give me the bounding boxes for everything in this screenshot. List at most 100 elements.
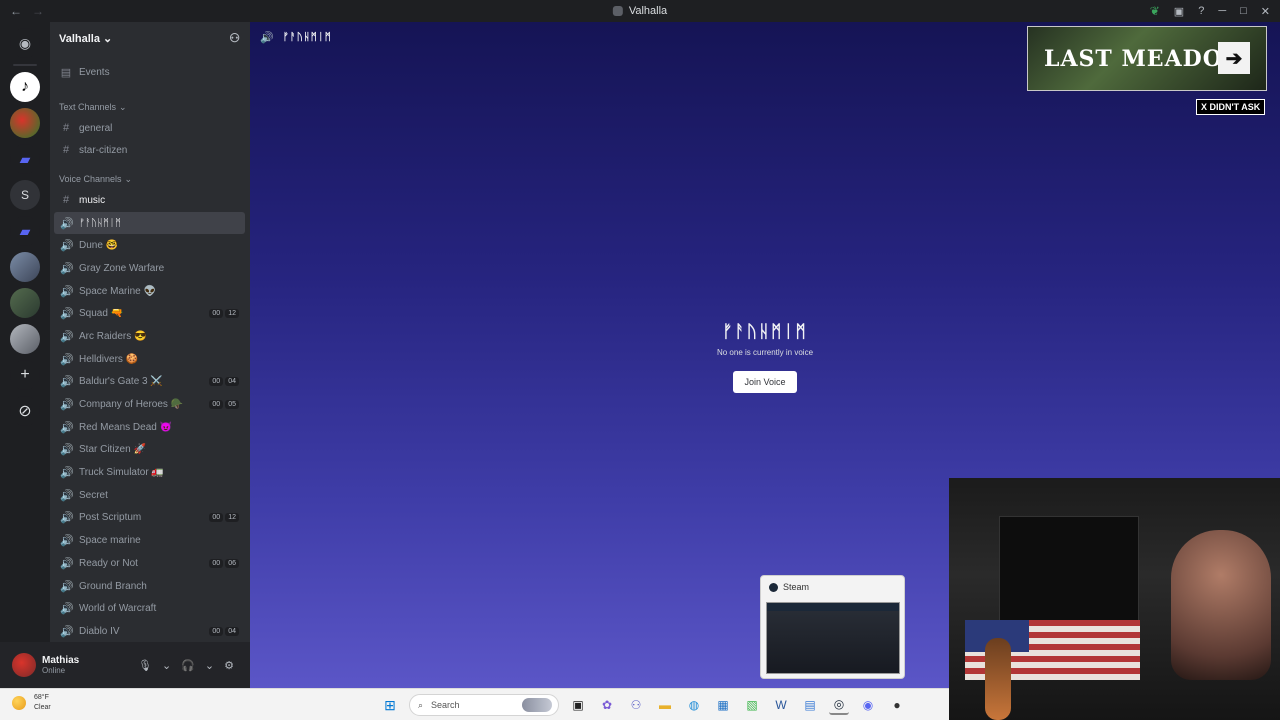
chevron-down-icon[interactable]: ⌄	[205, 659, 214, 672]
parrot-server-icon[interactable]	[10, 108, 40, 138]
voice-channel-item[interactable]: 🔊 Gray Zone Warfare	[54, 257, 245, 280]
channel-label: Red Means Dead 😈	[79, 421, 173, 433]
windows-start-icon[interactable]: ⊞	[380, 695, 400, 715]
voice-channel-item[interactable]: # music	[54, 189, 245, 212]
channel-label: Helldivers 🍪	[79, 353, 139, 365]
guild-header[interactable]: Valhalla ⌄ ⚇	[50, 22, 250, 54]
speaker-icon: 🔊	[60, 262, 74, 275]
channel-star-citizen[interactable]: # star-citizen	[54, 139, 245, 161]
server-s[interactable]: S	[10, 180, 40, 210]
copilot-icon[interactable]: ✿	[597, 695, 617, 715]
app-green-icon[interactable]: ▧	[742, 695, 762, 715]
user-limit-badge: 00 05	[209, 400, 239, 410]
game-server-icon[interactable]	[10, 288, 40, 318]
folder-icon[interactable]: ▰	[10, 216, 40, 246]
file-explorer-icon[interactable]: ▬	[655, 695, 675, 715]
channel-label: Space Marine 👽	[79, 285, 156, 297]
speaker-icon: 🔊	[60, 557, 74, 570]
chevron-down-icon: ⌄	[124, 173, 133, 184]
voice-channel-title: ᚠᚨᚢᚺᛗᛁᛗ	[722, 322, 808, 341]
maximize-icon[interactable]: □	[1240, 5, 1247, 17]
voice-channel-item[interactable]: 🔊 Squad 🔫 00 12	[54, 302, 245, 325]
taskbar-search[interactable]: ⌕ Search	[409, 694, 559, 716]
speaker-icon: 🔊	[60, 467, 74, 480]
minimize-icon[interactable]: ─	[1218, 5, 1226, 17]
voice-channel-item[interactable]: 🔊 World of Warcraft	[54, 597, 245, 620]
word-icon[interactable]: W	[771, 695, 791, 715]
gear-icon[interactable]: ⚙	[224, 659, 234, 672]
hashtag-icon: #	[62, 194, 70, 207]
voice-channel-item[interactable]: 🔊 Ready or Not 00 06	[54, 552, 245, 575]
voice-channel-item[interactable]: 🔊 Helldivers 🍪	[54, 348, 245, 371]
voice-channel-item[interactable]: 🔊 Ground Branch	[54, 575, 245, 598]
task-view-icon[interactable]: ▣	[568, 695, 588, 715]
voice-channel-item[interactable]: 🔊 Arc Raiders 😎	[54, 325, 245, 348]
music-server-icon[interactable]: ♪	[10, 72, 40, 102]
voice-channel-item[interactable]: 🔊 Red Means Dead 😈	[54, 416, 245, 439]
user-info[interactable]: Mathias Online	[42, 655, 79, 675]
voice-channel-item[interactable]: 🔊 Space marine	[54, 529, 245, 552]
invite-people-icon[interactable]: ⚇	[229, 31, 240, 45]
add-server-icon[interactable]: +	[10, 360, 40, 390]
close-icon[interactable]: ✕	[1261, 5, 1270, 18]
microphone-icon[interactable]: 🎙	[138, 659, 152, 672]
inbox-icon[interactable]: ▣	[1174, 5, 1184, 18]
join-voice-button[interactable]: Join Voice	[733, 371, 797, 393]
voice-channel-item[interactable]: 🔊 ᚠᚨᚢᚺᛗᛁᛗ	[54, 211, 245, 235]
chevron-down-icon[interactable]: ⌄	[162, 659, 171, 672]
voice-channel-item[interactable]: 🔊 Secret	[54, 484, 245, 507]
folder-icon[interactable]: ▰	[10, 144, 40, 174]
user-count: 00	[209, 377, 224, 387]
forward-arrow-icon[interactable]: →	[32, 4, 44, 18]
obs-icon[interactable]: ●	[887, 695, 907, 715]
discord-taskbar-icon[interactable]: ◉	[858, 695, 878, 715]
notepad-icon[interactable]: ▤	[800, 695, 820, 715]
speaker-icon: 🔊	[60, 240, 74, 253]
store-icon[interactable]: ▦	[713, 695, 733, 715]
steam-taskbar-preview[interactable]: Steam	[760, 575, 905, 679]
voice-channel-item[interactable]: 🔊 Dune 🤓	[54, 234, 245, 257]
speaker-icon: 🔊	[60, 489, 74, 502]
user-limit: 04	[225, 377, 239, 387]
edge-icon[interactable]: ◍	[684, 695, 704, 715]
voice-empty-message: No one is currently in voice	[716, 348, 814, 357]
valhalla-server-icon[interactable]	[10, 252, 40, 282]
voice-channel-item[interactable]: 🔊 Space Marine 👽	[54, 280, 245, 303]
speaker-icon: 🔊	[60, 535, 74, 548]
voice-channel-item[interactable]: 🔊 Star Citizen 🚀	[54, 439, 245, 462]
back-arrow-icon[interactable]: ←	[10, 4, 22, 18]
speaker-icon: 🔊	[60, 285, 74, 298]
voice-channel-item[interactable]: 🔊 Post Scriptum 00 12	[54, 507, 245, 530]
speaker-icon: 🔊	[60, 330, 74, 343]
guild-name: Valhalla ⌄	[59, 32, 113, 45]
help-icon[interactable]: ?	[1198, 5, 1204, 17]
user-count: 00	[209, 626, 224, 636]
voice-channel-item[interactable]: 🔊 Diablo IV 00 04	[54, 620, 245, 643]
steam-icon	[769, 582, 778, 592]
channel-general[interactable]: # general	[54, 117, 245, 139]
steam-taskbar-icon[interactable]: ◎	[829, 695, 849, 715]
speaker-icon: 🔊	[60, 444, 74, 457]
channel-label: Arc Raiders 😎	[79, 330, 147, 342]
channel-label: Company of Heroes 🪖	[79, 399, 184, 411]
community-server-icon[interactable]	[10, 324, 40, 354]
leaf-icon[interactable]: ❦	[1150, 4, 1160, 18]
discord-home-icon[interactable]: ◉	[10, 28, 40, 58]
voice-channel-item[interactable]: 🔊 Company of Heroes 🪖 00 05	[54, 393, 245, 416]
voice-channel-item[interactable]: 🔊 Truck Simulator 🚛	[54, 461, 245, 484]
compass-icon[interactable]: ⊘	[10, 396, 40, 426]
speaker-icon: 🔊	[60, 376, 74, 389]
teams-icon[interactable]: ⚇	[626, 695, 646, 715]
headphones-icon[interactable]: 🎧	[181, 659, 195, 672]
background-monitor	[999, 516, 1139, 626]
user-limit-badge: 00 12	[209, 309, 239, 319]
hashtag-icon: #	[62, 122, 70, 134]
voice-channel-item[interactable]: 🔊 Baldur's Gate 3 ⚔️ 00 04	[54, 371, 245, 394]
category-voice-channels[interactable]: Voice Channels ⌄	[50, 169, 250, 189]
category-text-channels[interactable]: Text Channels ⌄	[50, 97, 250, 117]
avatar[interactable]	[12, 653, 36, 677]
weather-widget[interactable]: 68°F Clear	[12, 693, 51, 713]
steam-window-thumbnail[interactable]	[766, 602, 900, 674]
events-item[interactable]: ▤ Events	[54, 61, 245, 83]
taskbar: 68°F Clear ⊞ ⌕ Search ▣ ✿ ⚇ ▬ ◍ ▦ ▧ W ▤ …	[0, 688, 949, 720]
